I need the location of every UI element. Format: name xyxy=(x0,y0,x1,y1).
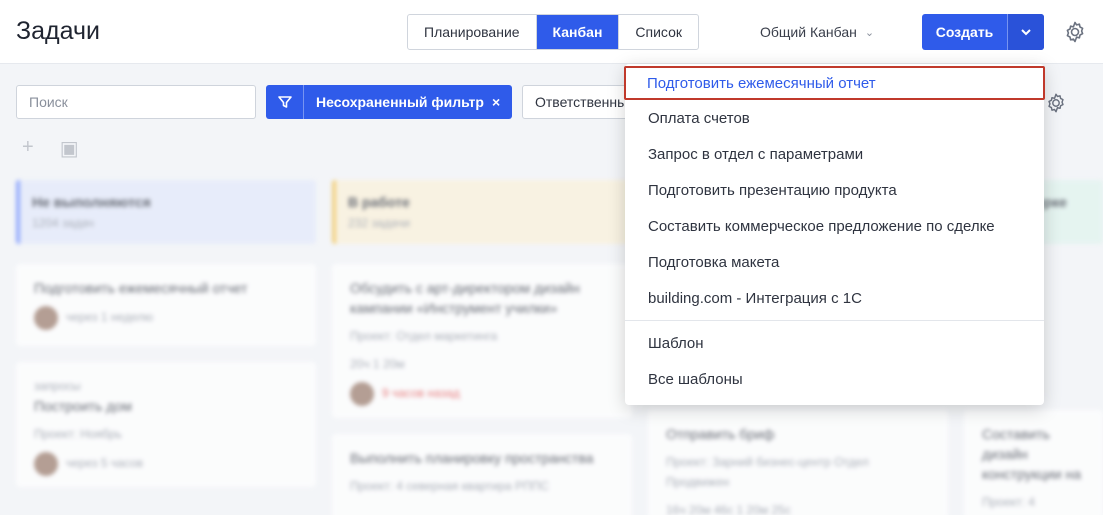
task-card[interactable]: Выполнить планировку пространства Проект… xyxy=(332,434,632,515)
board-select-label: Общий Канбан xyxy=(760,24,857,40)
task-title: Обсудить с арт-директором дизайн кампани… xyxy=(350,280,580,316)
menu-item-commercial-offer[interactable]: Составить коммерческое предложение по сд… xyxy=(625,208,1044,244)
task-title: Построить дом xyxy=(34,398,132,414)
task-meta: Проект: 4 северная квартира РППС xyxy=(350,479,549,493)
column-title: Не выполняются xyxy=(32,194,151,210)
task-meta: 20ч 1 20м xyxy=(350,357,405,371)
filter-chip[interactable]: Несохраненный фильтр × xyxy=(266,85,512,119)
avatar xyxy=(350,382,374,406)
task-card[interactable]: Составить дизайн конструкции на Проект: … xyxy=(964,410,1103,515)
calendar-icon[interactable]: ▣ xyxy=(60,136,79,161)
menu-item-layout-prep[interactable]: Подготовка макета xyxy=(625,244,1044,280)
tab-kanban[interactable]: Канбан xyxy=(536,15,620,49)
column-header: Не выполняются 1204 задач xyxy=(16,180,316,244)
gear-icon[interactable] xyxy=(1045,92,1067,114)
search-placeholder: Поиск xyxy=(29,94,68,110)
column-header: В работе 232 задачи xyxy=(332,180,632,244)
task-card[interactable]: Обсудить с арт-директором дизайн кампани… xyxy=(332,264,632,418)
task-title: Подготовить ежемесячный отчет xyxy=(34,280,248,296)
view-switcher: Планирование Канбан Список xyxy=(407,14,699,50)
task-title: Выполнить планировку пространства xyxy=(350,450,594,466)
menu-item-1c-integration[interactable]: building.com - Интеграция с 1С xyxy=(625,280,1044,316)
avatar xyxy=(34,306,58,330)
task-meta: Проект: 4 северная xyxy=(982,495,1035,509)
board-select[interactable]: Общий Канбан ⌄ xyxy=(760,24,874,40)
column-title: В работе xyxy=(348,194,410,210)
chevron-down-icon: ⌄ xyxy=(864,26,875,39)
tab-planning[interactable]: Планирование xyxy=(408,15,537,49)
kanban-column: Не выполняются 1204 задач Подготовить еж… xyxy=(16,180,316,515)
task-title: Составить дизайн конструкции на xyxy=(982,426,1082,482)
menu-item-all-templates[interactable]: Все шаблоны xyxy=(625,361,1044,397)
board-tools: + ▣ xyxy=(22,136,79,161)
task-label: запросы xyxy=(34,379,81,393)
column-count: 232 задачи xyxy=(348,216,410,230)
task-title: Отправить бриф xyxy=(666,426,775,442)
create-dropdown-menu: Подготовить ежемесячный отчет Оплата сче… xyxy=(624,64,1045,405)
page-title: Задачи xyxy=(16,17,100,45)
menu-item-monthly-report[interactable]: Подготовить ежемесячный отчет xyxy=(624,66,1045,100)
filter-icon[interactable] xyxy=(266,85,304,119)
column-count: 1204 задач xyxy=(32,216,94,230)
menu-item-product-presentation[interactable]: Подготовить презентацию продукта xyxy=(625,172,1044,208)
avatar xyxy=(34,452,58,476)
create-button[interactable]: Создать xyxy=(922,14,1008,50)
task-meta: через 5 часов xyxy=(66,456,143,471)
menu-item-department-request[interactable]: Запрос в отдел с параметрами xyxy=(625,136,1044,172)
task-meta: через 1 неделю xyxy=(66,310,154,325)
gear-icon[interactable] xyxy=(1063,20,1087,44)
create-button-group: Создать xyxy=(922,14,1044,50)
task-meta: 16ч 20м 46с 1 20м 25с xyxy=(666,503,791,515)
top-bar: Задачи Планирование Канбан Список Общий … xyxy=(0,0,1103,64)
task-meta: Проект: Ноябрь xyxy=(34,427,122,441)
menu-item-template[interactable]: Шаблон xyxy=(625,325,1044,361)
chevron-down-icon xyxy=(1021,29,1031,36)
add-icon[interactable]: + xyxy=(22,136,34,161)
create-dropdown-button[interactable] xyxy=(1008,14,1044,50)
filter-chip-label: Несохраненный фильтр xyxy=(316,94,484,110)
task-meta: Проект: Отдел маркетинга xyxy=(350,329,498,343)
kanban-column: В работе 232 задачи Обсудить с арт-дирек… xyxy=(332,180,632,515)
close-icon[interactable]: × xyxy=(492,94,500,110)
tab-list[interactable]: Список xyxy=(619,15,698,49)
task-card[interactable]: Отправить бриф Проект: Зарний бизнес-цен… xyxy=(648,410,948,515)
menu-item-invoice-payment[interactable]: Оплата счетов xyxy=(625,100,1044,136)
search-input[interactable]: Поиск xyxy=(16,85,256,119)
task-card[interactable]: запросы Построить дом Проект: Ноябрь чер… xyxy=(16,362,316,487)
task-deadline: 9 часов назад xyxy=(382,386,460,401)
task-meta: Проект: Зарний бизнес-центр Отдел Продви… xyxy=(666,455,869,489)
menu-divider xyxy=(625,320,1044,321)
responsible-filter-label: Ответственный xyxy=(535,94,635,110)
task-card[interactable]: Подготовить ежемесячный отчет через 1 не… xyxy=(16,264,316,346)
